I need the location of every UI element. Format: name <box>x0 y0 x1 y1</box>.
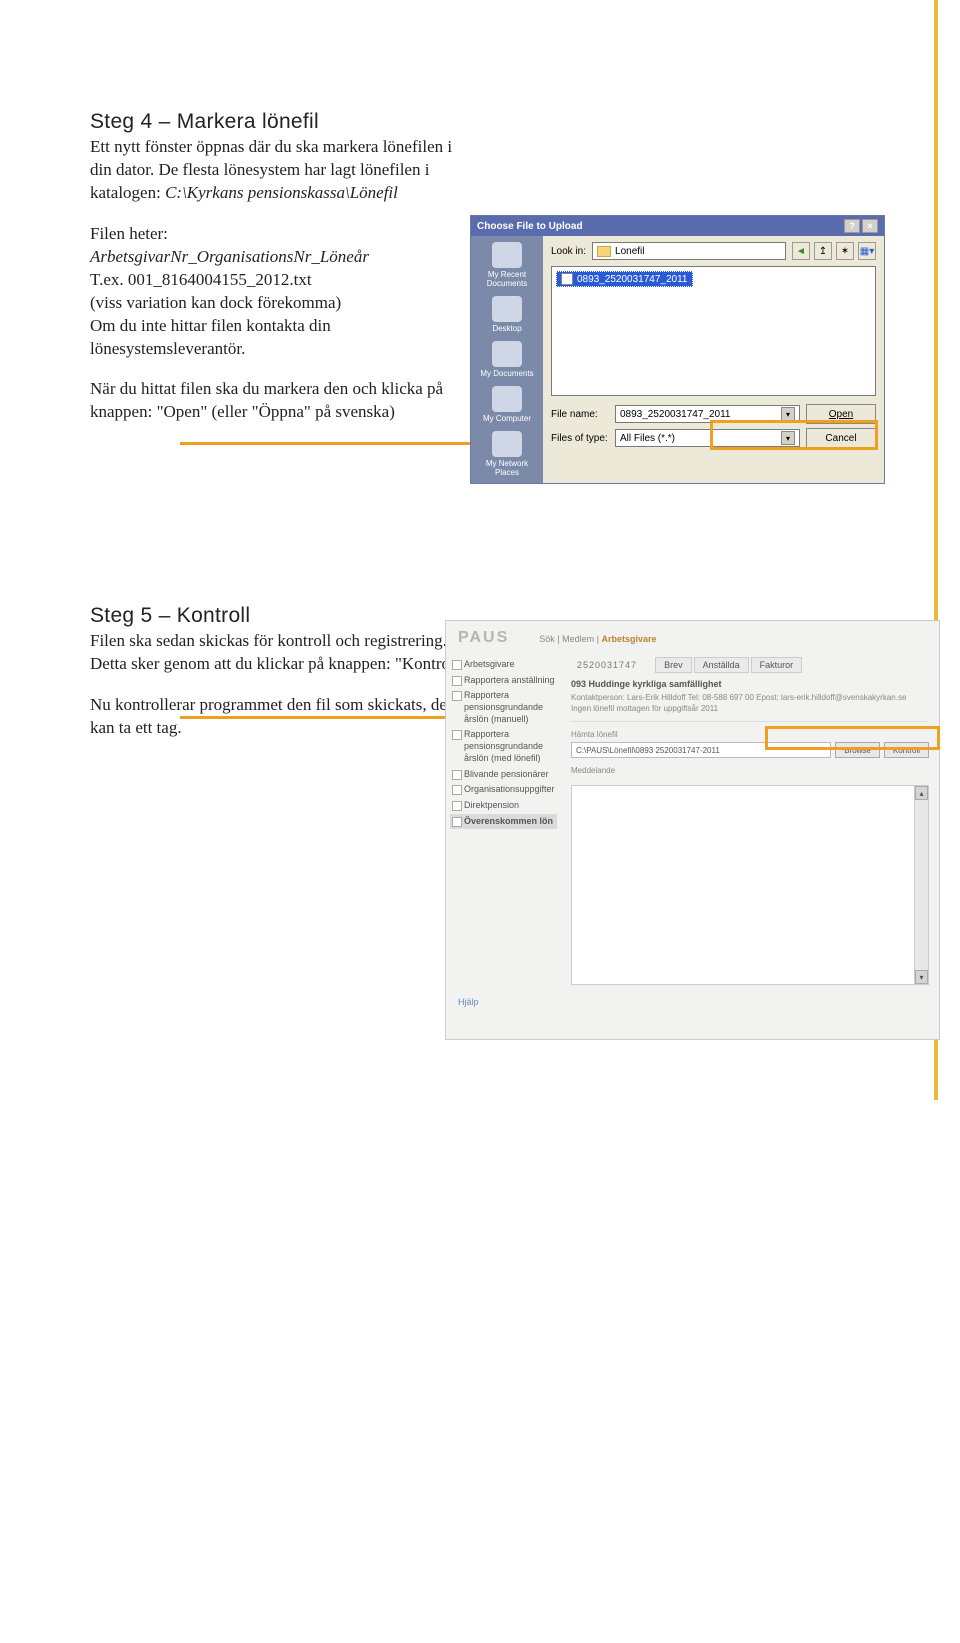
file-dialog: Choose File to Upload ? × My Recent Docu… <box>470 215 885 484</box>
folder-icon <box>597 246 611 257</box>
filename-value: 0893_2520031747_2011 <box>620 409 731 420</box>
file-path-input[interactable]: C:\PAUS\Lönefil\0893 2520031747-2011 <box>571 742 831 758</box>
cancel-button[interactable]: Cancel <box>806 428 876 448</box>
lookin-dropdown[interactable]: Lonefil <box>592 242 786 260</box>
places-desktop[interactable]: Desktop <box>492 296 522 333</box>
file-path-value: C:\PAUS\Lönefil\0893 2520031747-2011 <box>576 746 720 755</box>
paus-logo: PAUS <box>458 629 509 647</box>
sidebar-item-direktpension[interactable]: Direktpension <box>450 798 557 814</box>
step4-title: Steg 4 – Markera lönefil <box>90 110 900 134</box>
scroll-up-icon[interactable]: ▴ <box>915 786 928 800</box>
tab-anstallda[interactable]: Anställda <box>694 657 749 673</box>
status-line: Ingen lönefil mottagen för uppgiftsår 20… <box>571 704 929 713</box>
step4-filename-label: Filen heter: <box>90 224 168 243</box>
step4-filename-block: Filen heter: ArbetsgivarNr_Organisations… <box>90 223 470 361</box>
tab-fakturor[interactable]: Fakturor <box>751 657 803 673</box>
tab-brev[interactable]: Brev <box>655 657 692 673</box>
chevron-down-icon[interactable]: ▾ <box>781 407 795 421</box>
file-list[interactable]: 0893_2520031747_2011 <box>551 266 876 396</box>
places-network[interactable]: My Network Places <box>473 431 541 477</box>
chevron-down-icon[interactable]: ▾ <box>781 431 795 445</box>
close-icon[interactable]: × <box>862 219 878 233</box>
sidebar-item-org[interactable]: Organisationsuppgifter <box>450 782 557 798</box>
org-id: 2520031747 <box>571 658 643 672</box>
bc-arbetsgivare[interactable]: Arbetsgivare <box>601 634 656 644</box>
breadcrumb: Sök | Medlem | Arbetsgivare <box>539 634 656 644</box>
msg-label: Meddelande <box>571 766 929 775</box>
scroll-down-icon[interactable]: ▾ <box>915 970 928 984</box>
paus-app: PAUS Sök | Medlem | Arbetsgivare Arbetsg… <box>445 620 940 1040</box>
sidebar-item-blivande[interactable]: Blivande pensionärer <box>450 767 557 783</box>
step4-filename-note: (viss variation kan dock förekomma) <box>90 293 341 312</box>
filename-input[interactable]: 0893_2520031747_2011 ▾ <box>615 405 800 423</box>
bc-sok[interactable]: Sök <box>539 634 555 644</box>
paus-sidebar: Arbetsgivare Rapportera anställning Rapp… <box>446 651 561 991</box>
filetype-label: Files of type: <box>551 433 609 444</box>
kontroll-button[interactable]: Kontroll <box>884 742 929 758</box>
filetype-dropdown[interactable]: All Files (*.*) ▾ <box>615 429 800 447</box>
org-name: 093 Huddinge kyrkliga samfällighet <box>571 679 929 689</box>
places-mydocs[interactable]: My Documents <box>480 341 533 378</box>
step4-filename-example: T.ex. 001_8164004155_2012.txt <box>90 270 312 289</box>
sidebar-item-overenskommen[interactable]: Överenskommen lön <box>450 814 557 830</box>
filetype-value: All Files (*.*) <box>620 433 675 444</box>
step4-path: C:\Kyrkans pensionskassa\Lönefil <box>165 183 398 202</box>
nav-up-icon[interactable]: ↥ <box>814 242 832 260</box>
contact-line: Kontaktperson: Lars-Erik Hilldoff Tel: 0… <box>571 693 929 702</box>
help-link[interactable]: Hjälp <box>458 997 479 1007</box>
file-dialog-places: My Recent Documents Desktop My Documents… <box>471 236 543 483</box>
divider <box>571 721 929 722</box>
step4-filename-pattern: ArbetsgivarNr_OrganisationsNr_Löneår <box>90 247 369 266</box>
message-textarea[interactable]: ▴ ▾ <box>571 785 929 985</box>
sidebar-item-rapportera-lonefil[interactable]: Rapportera pensionsgrundande årslön (med… <box>450 727 557 766</box>
scrollbar[interactable]: ▴ ▾ <box>914 786 928 984</box>
places-mycomputer[interactable]: My Computer <box>483 386 531 423</box>
file-dialog-titlebar: Choose File to Upload ? × <box>471 216 884 236</box>
step5-p1: Filen ska sedan skickas för kontroll och… <box>90 630 470 676</box>
nav-back-icon[interactable]: ◄ <box>792 242 810 260</box>
file-item-selected[interactable]: 0893_2520031747_2011 <box>556 271 693 287</box>
step4-intro: Ett nytt fönster öppnas där du ska marke… <box>90 136 470 205</box>
places-recent[interactable]: My Recent Documents <box>473 242 541 288</box>
help-icon[interactable]: ? <box>844 219 860 233</box>
lookin-value: Lonefil <box>615 246 644 257</box>
file-label: Hämta lönefil <box>571 730 929 739</box>
text-file-icon <box>561 273 573 285</box>
step4-contact-note: Om du inte hittar filen kontakta din lön… <box>90 316 331 358</box>
filename-label: File name: <box>551 409 609 420</box>
file-dialog-title: Choose File to Upload <box>477 221 583 232</box>
open-button[interactable]: Open <box>806 404 876 424</box>
sidebar-item-rapportera-anstallning[interactable]: Rapportera anställning <box>450 673 557 689</box>
nav-views-icon[interactable]: ▦▾ <box>858 242 876 260</box>
sidebar-item-arbetsgivare[interactable]: Arbetsgivare <box>450 657 557 673</box>
file-item-name: 0893_2520031747_2011 <box>577 274 688 285</box>
bc-medlem[interactable]: Medlem <box>562 634 594 644</box>
nav-newfolder-icon[interactable]: ✶ <box>836 242 854 260</box>
lookin-label: Look in: <box>551 246 586 257</box>
browse-button[interactable]: Browse <box>835 742 880 758</box>
step4-action: När du hittat filen ska du markera den o… <box>90 378 470 424</box>
sidebar-item-rapportera-manuell[interactable]: Rapportera pensionsgrundande årslön (man… <box>450 688 557 727</box>
